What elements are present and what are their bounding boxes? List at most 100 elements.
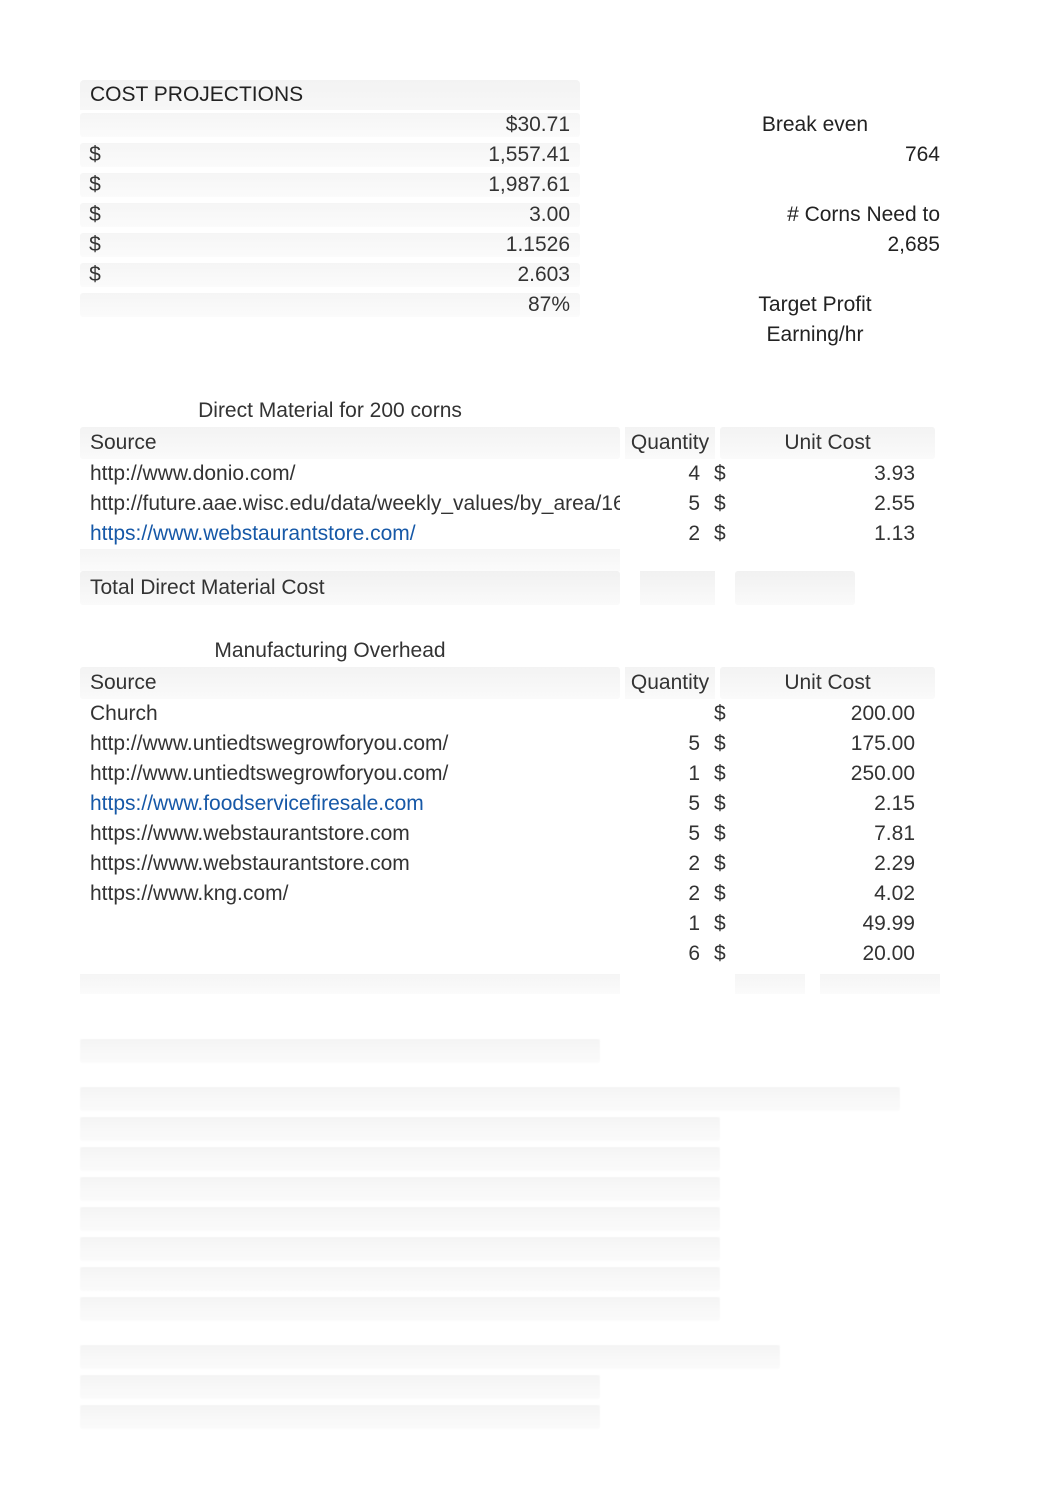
table-header: Source Quantity Unit Cost (80, 667, 950, 699)
header-source: Source (80, 427, 620, 459)
break-even-value: 764 (690, 143, 950, 167)
corns-need-value: 2,685 (690, 233, 950, 257)
currency-sign: $ (80, 263, 110, 287)
projection-value: 1,987.61 (110, 173, 580, 197)
cost-cell: 2.55 (740, 492, 925, 516)
currency-sign: $ (710, 732, 740, 756)
source-link[interactable]: https://www.foodservicefiresale.com (80, 792, 620, 816)
currency-sign: $ (710, 492, 740, 516)
currency-sign: $ (710, 912, 740, 936)
table-row: http://www.untiedtswegrowforyou.com/ 1 $… (80, 759, 950, 789)
currency-sign: $ (710, 852, 740, 876)
blurred-cell (640, 571, 715, 605)
table-row: https://www.kng.com/ 2 $ 4.02 (80, 879, 950, 909)
currency-sign: $ (80, 143, 110, 167)
header-unit-cost: Unit Cost (720, 427, 935, 459)
blurred-row (80, 1039, 600, 1063)
table-row: Church $ 200.00 (80, 699, 950, 729)
qty-cell: 1 (620, 912, 710, 936)
header-unit-cost: Unit Cost (720, 667, 935, 699)
table-row: 6 $ 20.00 (80, 939, 950, 969)
blurred-row (80, 1117, 720, 1141)
header-quantity: Quantity (625, 427, 715, 459)
blurred-row (80, 1237, 720, 1261)
source-cell: http://www.untiedtswegrowforyou.com/ (80, 732, 620, 756)
break-even-label: Break even (690, 113, 950, 137)
currency-sign: $ (710, 762, 740, 786)
projection-value: 3.00 (110, 203, 580, 227)
source-link[interactable]: https://www.webstaurantstore.com/ (80, 522, 620, 546)
cost-cell: 49.99 (740, 912, 925, 936)
blurred-row (80, 1267, 720, 1291)
currency-sign: $ (80, 173, 110, 197)
target-profit-label: Target Profit (690, 293, 950, 317)
currency-sign: $ (710, 522, 740, 546)
direct-material-table: Source Quantity Unit Cost http://www.don… (80, 427, 950, 605)
currency-sign: $ (80, 233, 110, 257)
qty-cell: 4 (620, 462, 710, 486)
cost-cell: 2.29 (740, 852, 925, 876)
blurred-row (80, 1087, 900, 1111)
blurred-row (80, 1177, 720, 1201)
overhead-table: Source Quantity Unit Cost Church $ 200.0… (80, 667, 950, 999)
cost-cell: 200.00 (740, 702, 925, 726)
blurred-row (80, 1207, 720, 1231)
qty-cell: 5 (620, 732, 710, 756)
cost-cell: 7.81 (740, 822, 925, 846)
source-cell: Church (80, 702, 620, 726)
table-row: http://www.donio.com/ 4 $ 3.93 (80, 459, 950, 489)
direct-material-caption: Direct Material for 200 corns (80, 395, 580, 427)
spreadsheet-view: COST PROJECTIONS $30.71 Break even $ 1,5… (80, 80, 1002, 1429)
source-cell: https://www.webstaurantstore.com (80, 852, 620, 876)
qty-cell: 6 (620, 942, 710, 966)
cost-cell: 20.00 (740, 942, 925, 966)
direct-material-section: Direct Material for 200 corns Source Qua… (80, 395, 1002, 605)
table-row: http://www.untiedtswegrowforyou.com/ 5 $… (80, 729, 950, 759)
cost-cell: 3.93 (740, 462, 925, 486)
table-row: http://future.aae.wisc.edu/data/weekly_v… (80, 489, 950, 519)
header-source: Source (80, 667, 620, 699)
table-row: https://www.webstaurantstore.com/ 2 $ 1.… (80, 519, 950, 549)
total-direct-material-label: Total Direct Material Cost (80, 571, 620, 605)
qty-cell: 2 (620, 852, 710, 876)
table-row: https://www.webstaurantstore.com 2 $ 2.2… (80, 849, 950, 879)
cost-cell: 4.02 (740, 882, 925, 906)
header-quantity: Quantity (625, 667, 715, 699)
overhead-caption: Manufacturing Overhead (80, 635, 580, 667)
blurred-cell (735, 571, 855, 605)
earning-hr-label: Earning/hr (690, 323, 950, 347)
currency-sign: $ (710, 882, 740, 906)
currency-sign: $ (80, 203, 110, 227)
spacer (80, 549, 620, 571)
qty-cell: 5 (620, 822, 710, 846)
cost-cell: 1.13 (740, 522, 925, 546)
source-cell: http://future.aae.wisc.edu/data/weekly_v… (80, 492, 620, 516)
qty-cell: 5 (620, 792, 710, 816)
table-row: https://www.webstaurantstore.com 5 $ 7.8… (80, 819, 950, 849)
overhead-section: Manufacturing Overhead Source Quantity U… (80, 635, 1002, 999)
projection-value: 2.603 (110, 263, 580, 287)
source-cell: https://www.kng.com/ (80, 882, 620, 906)
projection-value: 1,557.41 (110, 143, 580, 167)
blurred-row (80, 1147, 720, 1171)
table-row: https://www.foodservicefiresale.com 5 $ … (80, 789, 950, 819)
currency-sign: $ (710, 942, 740, 966)
cost-projections-block: COST PROJECTIONS $30.71 Break even $ 1,5… (80, 80, 950, 350)
source-cell: http://www.untiedtswegrowforyou.com/ (80, 762, 620, 786)
cost-cell: 250.00 (740, 762, 925, 786)
projection-value: 1.1526 (110, 233, 580, 257)
currency-sign: $ (710, 822, 740, 846)
projection-value: 87% (110, 293, 580, 317)
blurred-row (80, 1345, 780, 1369)
currency-sign: $ (710, 792, 740, 816)
table-row: 1 $ 49.99 (80, 909, 950, 939)
blurred-row (80, 1297, 720, 1321)
blurred-row (80, 1375, 600, 1399)
table-header: Source Quantity Unit Cost (80, 427, 950, 459)
cost-cell: 175.00 (740, 732, 925, 756)
qty-cell: 2 (620, 882, 710, 906)
source-cell: https://www.webstaurantstore.com (80, 822, 620, 846)
blurred-content (80, 1039, 950, 1429)
currency-sign: $ (710, 702, 740, 726)
blurred-row (80, 1405, 600, 1429)
